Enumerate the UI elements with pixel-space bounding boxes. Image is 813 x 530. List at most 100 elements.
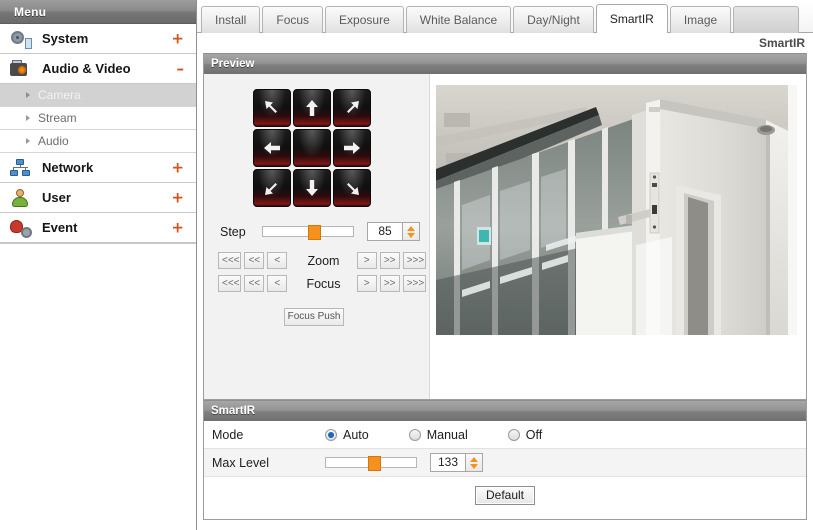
ptz-left-button[interactable] xyxy=(253,129,291,167)
focus-near-slow-button[interactable]: < xyxy=(267,275,288,292)
step-control: Step 85 xyxy=(220,222,429,241)
step-stepper-buttons[interactable] xyxy=(403,222,420,241)
zoom-in-medium-button[interactable]: >> xyxy=(379,252,400,269)
sidebar-divider xyxy=(0,243,196,244)
preview-section-title: Preview xyxy=(204,53,806,74)
preview-panel: Preview Step 85 <<< << < Zoom > >> >>> <… xyxy=(203,53,807,520)
radio-manual[interactable] xyxy=(408,428,421,441)
mode-option-off[interactable]: Off xyxy=(507,428,542,442)
sidebar-subitem-label: Stream xyxy=(38,111,77,125)
max-level-row: Max Level 133 xyxy=(204,449,806,477)
step-label: Step xyxy=(220,224,246,239)
zoom-in-slow-button[interactable]: > xyxy=(356,252,377,269)
sidebar-item-label: Event xyxy=(42,219,78,235)
sidebar-item-stream[interactable]: Stream xyxy=(0,107,196,130)
tab-day-night[interactable]: Day/Night xyxy=(513,6,594,33)
tab-bar: Install Focus Exposure White Balance Day… xyxy=(197,0,813,33)
ptz-home-button[interactable] xyxy=(293,129,331,167)
app-window: Menu System + Audio & Video – Camera Str… xyxy=(0,0,813,530)
ptz-right-button[interactable] xyxy=(333,129,371,167)
sidebar-item-network[interactable]: Network + xyxy=(0,153,196,183)
ptz-pad-row xyxy=(252,88,374,128)
zoom-control-row: <<< << < Zoom > >> >>> xyxy=(218,252,429,269)
preview-body: Step 85 <<< << < Zoom > >> >>> <<< << < … xyxy=(204,74,806,400)
sidebar-item-audio[interactable]: Audio xyxy=(0,130,196,153)
focus-control-row: <<< << < Focus > >> >>> xyxy=(218,275,429,292)
tab-exposure[interactable]: Exposure xyxy=(325,6,404,33)
ptz-down-left-button[interactable] xyxy=(253,169,291,207)
max-level-value[interactable]: 133 xyxy=(430,453,466,472)
sidebar-item-label: Network xyxy=(42,159,94,175)
network-icon xyxy=(10,157,36,179)
step-value[interactable]: 85 xyxy=(367,222,403,241)
ptz-up-left-button[interactable] xyxy=(253,89,291,127)
sidebar-item-label: System xyxy=(42,30,89,46)
expand-toggle-event[interactable]: + xyxy=(171,220,184,235)
zoom-out-slow-button[interactable]: < xyxy=(267,252,288,269)
max-level-stepper-buttons[interactable] xyxy=(466,453,483,472)
ptz-pad xyxy=(252,88,374,208)
chevron-right-icon xyxy=(26,92,30,98)
sidebar-item-audio-video[interactable]: Audio & Video – xyxy=(0,54,196,84)
tab-focus[interactable]: Focus xyxy=(262,6,324,33)
sidebar-item-camera[interactable]: Camera xyxy=(0,84,196,107)
focus-near-fast-button[interactable]: <<< xyxy=(218,275,242,292)
radio-off[interactable] xyxy=(507,428,520,441)
camera-icon xyxy=(10,58,36,80)
main-content: Install Focus Exposure White Balance Day… xyxy=(197,0,813,530)
event-bell-icon xyxy=(10,217,36,239)
max-level-label: Max Level xyxy=(212,455,269,470)
default-button[interactable]: Default xyxy=(474,485,536,505)
sidebar-item-label: Audio & Video xyxy=(42,60,131,76)
ptz-up-button[interactable] xyxy=(293,89,331,127)
stepper-down-icon[interactable] xyxy=(470,463,478,469)
video-preview[interactable] xyxy=(436,85,797,335)
focus-far-slow-button[interactable]: > xyxy=(356,275,377,292)
sidebar-subitem-label: Audio xyxy=(38,134,69,148)
focus-label: Focus xyxy=(306,276,341,291)
stepper-down-icon[interactable] xyxy=(407,232,415,238)
video-preview-column xyxy=(430,74,806,399)
mode-option-manual[interactable]: Manual xyxy=(408,428,468,442)
step-slider-handle[interactable] xyxy=(307,225,321,240)
focus-near-medium-button[interactable]: << xyxy=(244,275,265,292)
mode-option-auto[interactable]: Auto xyxy=(325,428,369,442)
mode-row: Mode Auto Manual Off xyxy=(204,421,806,449)
focus-far-fast-button[interactable]: >>> xyxy=(402,275,426,292)
ptz-pad-row xyxy=(252,168,374,208)
expand-toggle-user[interactable]: + xyxy=(171,190,184,205)
ptz-pad-row xyxy=(252,128,374,168)
step-slider[interactable] xyxy=(262,225,354,240)
ptz-down-right-button[interactable] xyxy=(333,169,371,207)
zoom-out-medium-button[interactable]: << xyxy=(244,252,265,269)
zoom-in-fast-button[interactable]: >>> xyxy=(402,252,426,269)
tab-smartir[interactable]: SmartIR xyxy=(595,4,668,33)
sidebar-item-event[interactable]: Event + xyxy=(0,213,196,243)
button-bar: Default xyxy=(204,477,806,513)
sidebar-item-label: User xyxy=(42,189,71,205)
focus-far-medium-button[interactable]: >> xyxy=(379,275,400,292)
collapse-toggle-audio-video[interactable]: – xyxy=(177,61,185,76)
radio-auto[interactable] xyxy=(325,428,337,441)
focus-push-button[interactable]: Focus Push xyxy=(284,308,344,326)
expand-toggle-network[interactable]: + xyxy=(171,160,184,175)
stepper-up-icon[interactable] xyxy=(470,456,478,462)
max-level-stepper[interactable]: 133 xyxy=(430,453,483,472)
sidebar-item-user[interactable]: User + xyxy=(0,183,196,213)
ptz-down-button[interactable] xyxy=(293,169,331,207)
step-stepper[interactable]: 85 xyxy=(367,222,420,241)
sidebar-item-system[interactable]: System + xyxy=(0,24,196,54)
max-level-slider[interactable] xyxy=(325,456,417,471)
expand-toggle-system[interactable]: + xyxy=(171,31,184,46)
zoom-out-fast-button[interactable]: <<< xyxy=(218,252,242,269)
tab-image[interactable]: Image xyxy=(669,6,732,33)
tab-strip-filler xyxy=(733,6,800,33)
sidebar-subitem-label: Camera xyxy=(38,88,81,102)
tab-white-balance[interactable]: White Balance xyxy=(405,6,512,33)
max-level-slider-handle[interactable] xyxy=(368,456,382,471)
stepper-up-icon[interactable] xyxy=(407,225,415,231)
ptz-up-right-button[interactable] xyxy=(333,89,371,127)
system-gear-icon xyxy=(10,28,36,50)
video-frame-image xyxy=(436,85,797,335)
tab-install[interactable]: Install xyxy=(201,6,261,33)
